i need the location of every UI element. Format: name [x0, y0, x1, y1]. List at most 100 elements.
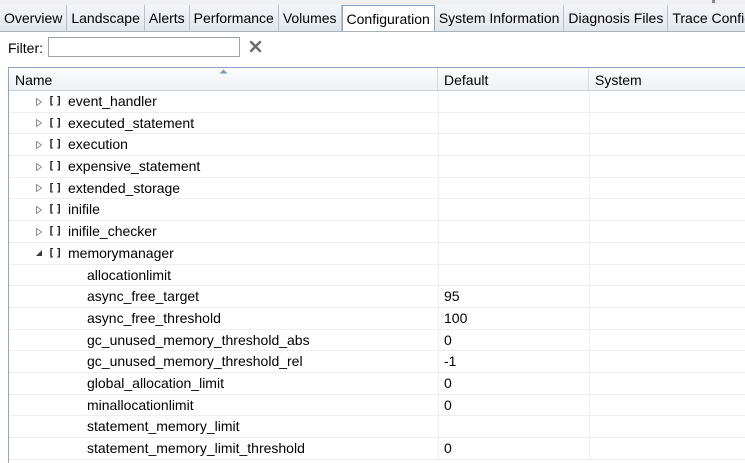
parameter-name: global_allocation_limit: [87, 374, 224, 391]
system-value-cell[interactable]: [589, 416, 745, 438]
parameter-row[interactable]: async_free_target 95: [9, 286, 745, 308]
tree-section-row[interactable]: [] executed_statement: [9, 112, 745, 135]
system-value-cell[interactable]: [589, 307, 745, 329]
bracket-section-icon: []: [48, 180, 64, 194]
system-value-cell[interactable]: [589, 394, 745, 416]
section-name: expensive_statement: [68, 158, 201, 175]
parameter-row[interactable]: statement_memory_limit_threshold 0: [9, 438, 745, 460]
system-value-cell[interactable]: [589, 329, 745, 351]
name-cell: [] inifile: [9, 199, 438, 220]
name-cell: [] memorymanager: [9, 243, 438, 264]
system-value-cell[interactable]: [589, 438, 745, 459]
default-value-cell: -1: [438, 351, 589, 373]
expand-arrow-icon[interactable]: [34, 178, 44, 199]
bracket-section-icon: []: [48, 137, 64, 151]
bracket-section-icon: []: [48, 245, 64, 259]
section-name: event_handler: [68, 93, 157, 109]
collapse-arrow-icon[interactable]: [34, 243, 44, 264]
parameter-name: gc_unused_memory_threshold_rel: [87, 353, 303, 370]
table-header: Name Default System: [9, 68, 745, 91]
parameter-row[interactable]: statement_memory_limit: [9, 416, 745, 438]
system-value-cell[interactable]: [589, 264, 745, 286]
section-name: execution: [68, 136, 128, 153]
default-value-cell: [438, 177, 589, 199]
system-value-cell[interactable]: [589, 372, 745, 394]
column-header-system-label: System: [595, 72, 642, 88]
default-value-cell: 0: [438, 329, 589, 351]
system-value-cell[interactable]: [589, 351, 745, 373]
tree-section-row[interactable]: [] extended_storage: [9, 177, 745, 200]
tab-overview[interactable]: Overview: [0, 5, 68, 31]
parameter-row[interactable]: gc_unused_memory_threshold_rel -1: [9, 351, 745, 373]
section-name: inifile: [68, 201, 100, 218]
expand-arrow-icon[interactable]: [34, 221, 44, 242]
system-value-cell[interactable]: [589, 112, 745, 134]
parameter-name: gc_unused_memory_threshold_abs: [87, 331, 310, 348]
tab-alerts[interactable]: Alerts: [144, 5, 190, 31]
system-value-cell[interactable]: [589, 199, 745, 221]
tab-performance[interactable]: Performance: [189, 5, 279, 31]
name-cell: [] expensive_statement: [9, 156, 438, 177]
clear-filter-icon[interactable]: [247, 38, 263, 54]
system-value-cell[interactable]: [589, 286, 745, 308]
system-value-cell[interactable]: [589, 134, 745, 156]
bracket-section-icon: []: [48, 224, 64, 238]
parameter-row[interactable]: async_free_threshold 100: [9, 307, 745, 330]
column-header-default[interactable]: Default: [438, 68, 589, 90]
default-value-cell: 95: [438, 286, 589, 308]
default-value-cell: [438, 416, 589, 438]
name-cell: statement_memory_limit_threshold: [9, 438, 438, 459]
name-cell: [] inifile_checker: [9, 221, 438, 242]
system-value-cell[interactable]: [589, 242, 745, 264]
parameter-name: async_free_target: [87, 288, 200, 305]
tree-section-row[interactable]: [] execution: [9, 134, 745, 157]
expand-arrow-icon[interactable]: [34, 91, 44, 112]
system-value-cell[interactable]: [589, 177, 745, 199]
expand-arrow-icon[interactable]: [34, 199, 44, 220]
tab-configuration[interactable]: Configuration: [341, 5, 435, 31]
tree-section-row[interactable]: [] inifile: [9, 199, 745, 222]
default-value-cell: 0: [438, 372, 589, 394]
default-value-cell: [438, 112, 589, 134]
bracket-section-icon: []: [48, 202, 64, 216]
system-value-cell[interactable]: [589, 221, 745, 243]
parameter-row[interactable]: global_allocation_limit 0: [9, 372, 745, 395]
tab-trace-configu[interactable]: Trace Configu: [668, 5, 745, 31]
system-value-cell[interactable]: [589, 91, 745, 112]
filter-input[interactable]: [48, 37, 240, 57]
expand-arrow-icon[interactable]: [34, 113, 44, 134]
name-cell: minallocationlimit: [9, 395, 438, 416]
column-header-name-label: Name: [15, 72, 53, 88]
tree-section-row[interactable]: [] memorymanager: [9, 242, 745, 265]
tree-section-row[interactable]: [] event_handler: [9, 91, 745, 113]
default-value-cell: [438, 156, 589, 178]
default-value-cell: 0: [438, 394, 589, 416]
default-value-cell: 0: [438, 438, 589, 459]
default-value-cell: [438, 134, 589, 156]
tab-volumes[interactable]: Volumes: [278, 5, 342, 31]
sort-ascending-icon: [219, 69, 228, 74]
name-cell: [] execution: [9, 134, 438, 155]
name-cell: async_free_target: [9, 286, 438, 307]
tree-section-row[interactable]: [] expensive_statement: [9, 156, 745, 178]
filter-label: Filter:: [8, 40, 43, 56]
name-cell: [] executed_statement: [9, 113, 438, 134]
column-header-default-label: Default: [444, 72, 489, 88]
expand-arrow-icon[interactable]: [34, 134, 44, 155]
tab-landscape[interactable]: Landscape: [67, 5, 145, 31]
parameter-row[interactable]: minallocationlimit 0: [9, 394, 745, 417]
name-cell: [] event_handler: [9, 91, 438, 112]
parameter-row[interactable]: allocationlimit: [9, 264, 745, 287]
configuration-tree-table: Name Default System [] event_handler [] exe…: [8, 67, 745, 463]
name-cell: async_free_threshold: [9, 308, 438, 329]
expand-arrow-icon[interactable]: [34, 156, 44, 177]
name-cell: allocationlimit: [9, 265, 438, 286]
system-value-cell[interactable]: [589, 156, 745, 178]
column-header-system[interactable]: System: [589, 68, 745, 90]
parameter-row[interactable]: gc_unused_memory_threshold_abs 0: [9, 329, 745, 352]
section-name: executed_statement: [68, 114, 195, 131]
column-header-name[interactable]: Name: [9, 68, 438, 90]
tree-section-row[interactable]: [] inifile_checker: [9, 221, 745, 243]
tab-diagnosis-files[interactable]: Diagnosis Files: [564, 5, 669, 31]
tab-system-information[interactable]: System Information: [434, 5, 565, 31]
